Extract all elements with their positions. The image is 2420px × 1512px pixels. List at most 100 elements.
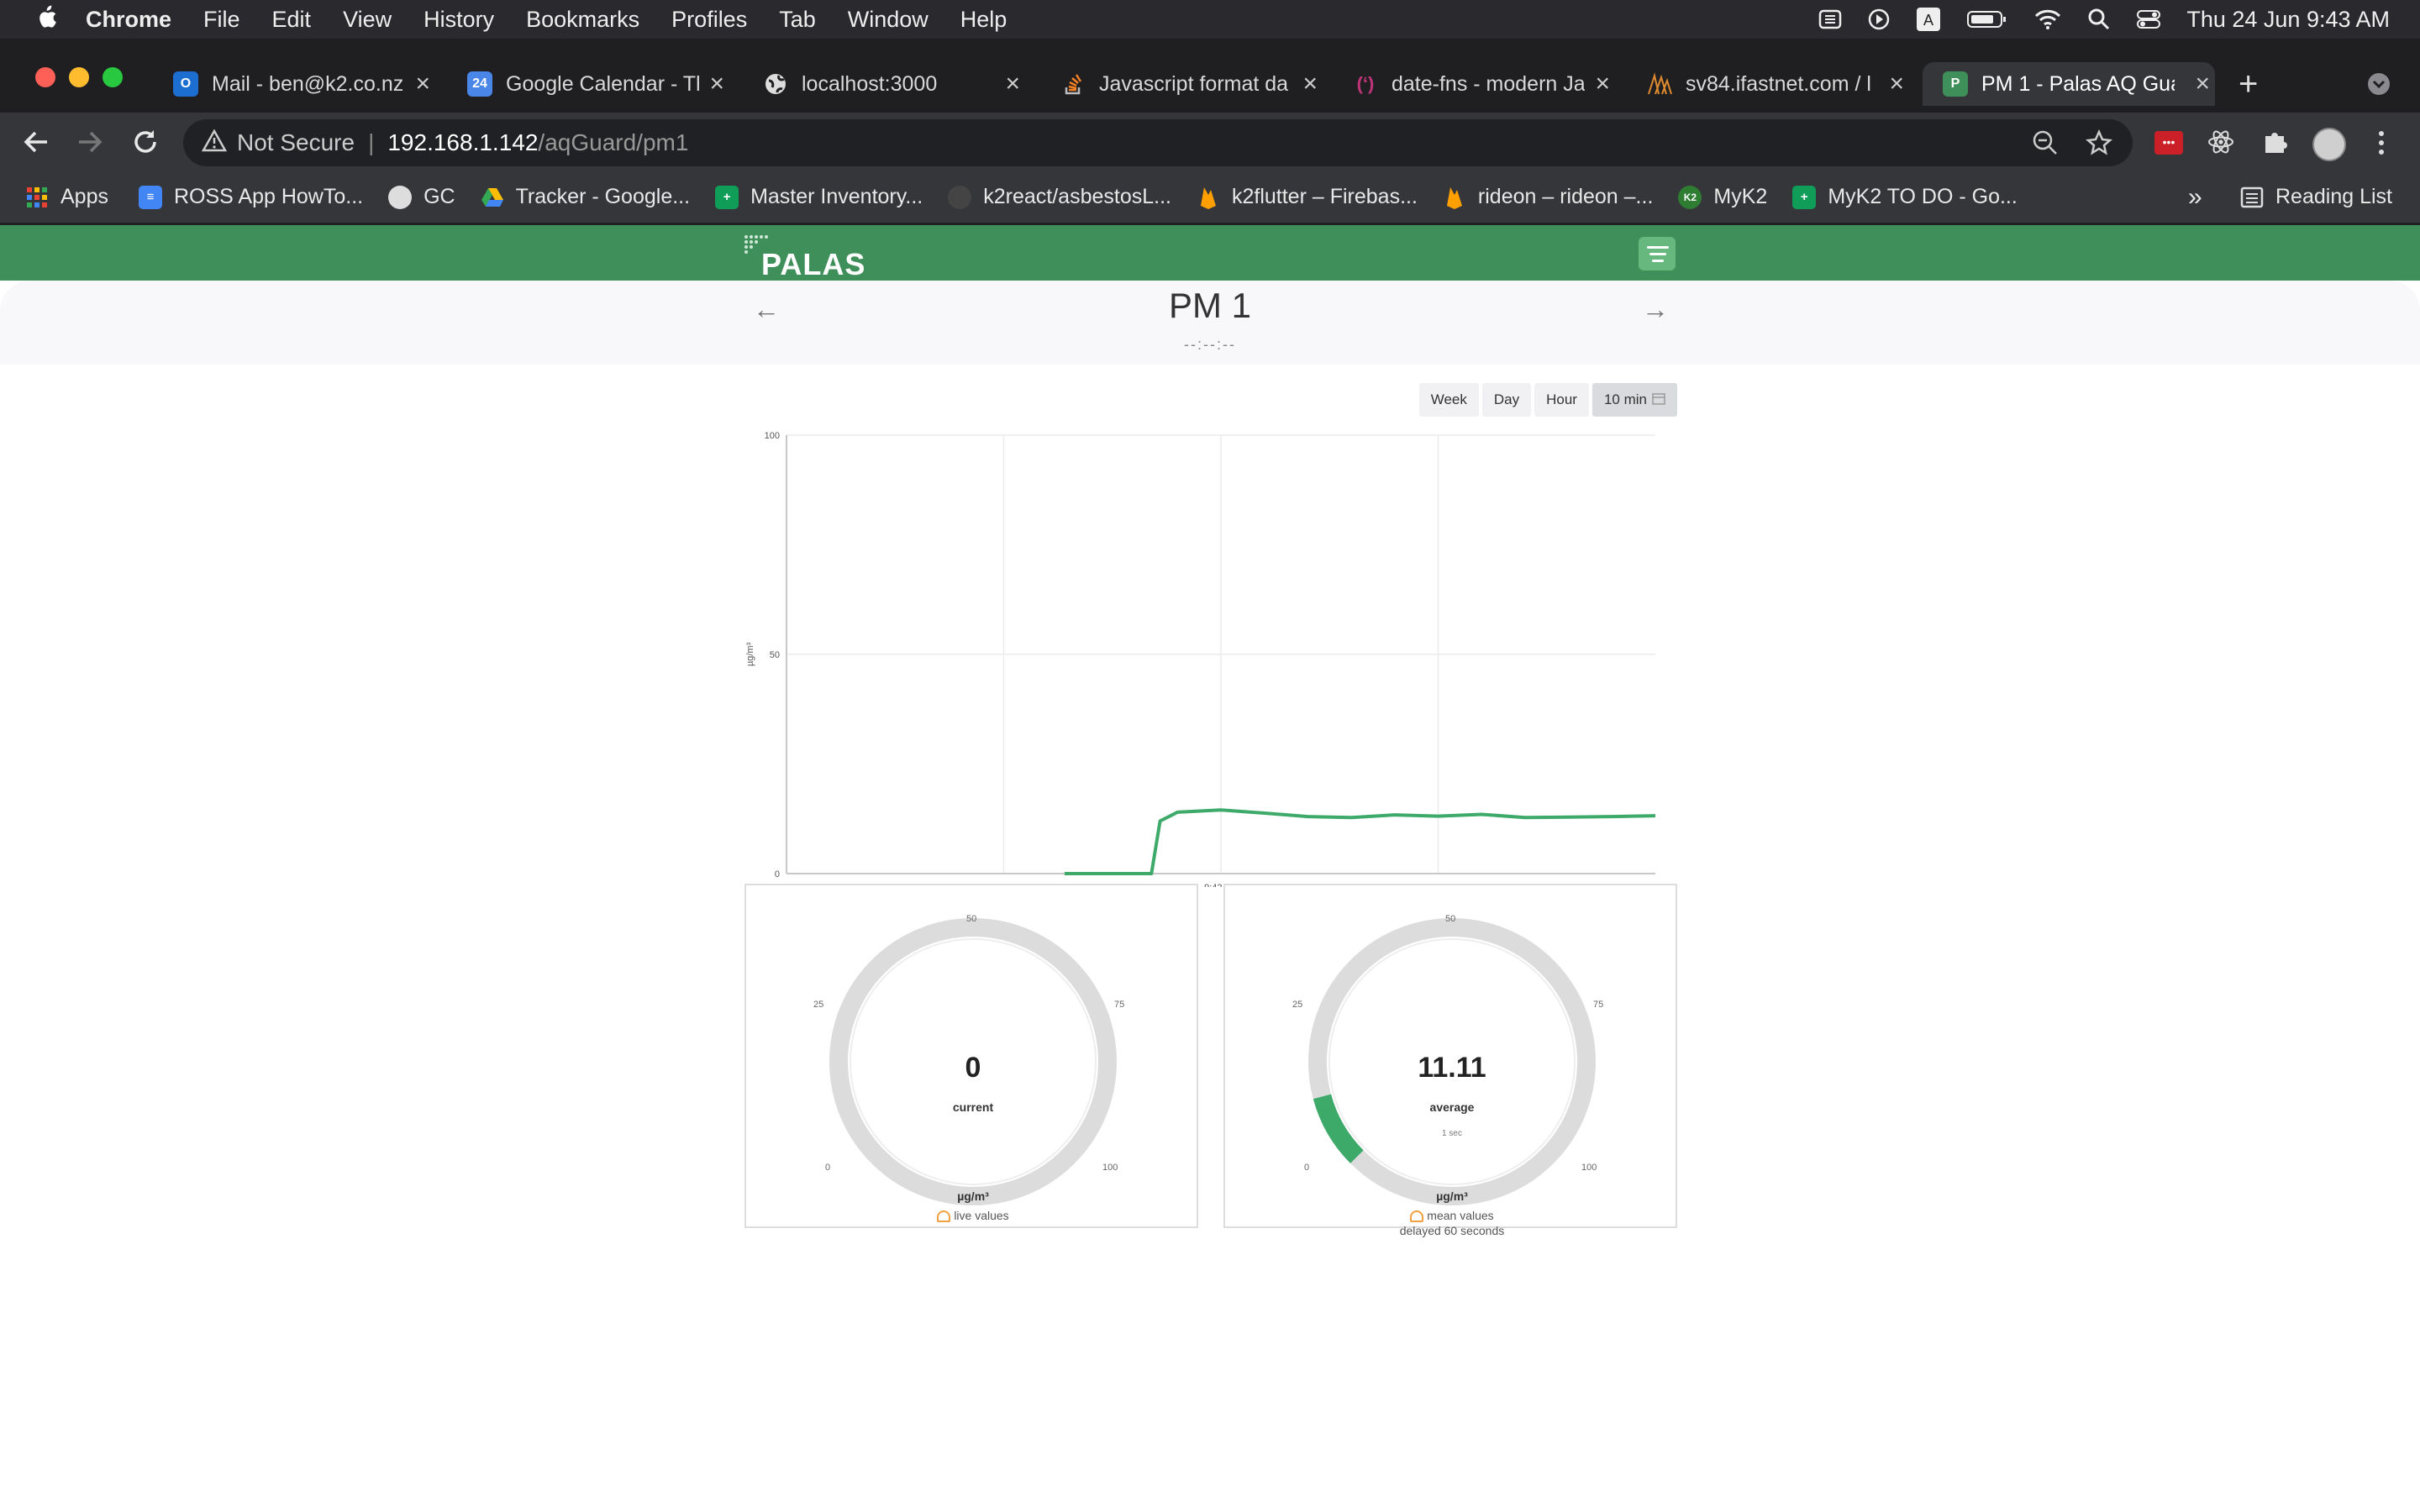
spotlight-search-icon[interactable]	[2087, 8, 2111, 31]
range-label: 10 min	[1603, 391, 1647, 407]
menu-history[interactable]: History	[424, 7, 494, 33]
bookmark-label: k2flutter – Firebas...	[1231, 185, 1418, 208]
gauge-tick: 25	[813, 1000, 824, 1010]
menu-help[interactable]: Help	[960, 7, 1007, 33]
new-tab-button[interactable]: +	[2238, 62, 2272, 106]
tab-search-button[interactable]	[2366, 62, 2396, 106]
tab-title: date-fns - modern Ja	[1392, 71, 1585, 96]
react-devtools-icon[interactable]	[2207, 128, 2235, 160]
menu-edit[interactable]: Edit	[272, 7, 312, 33]
close-window-button[interactable]	[35, 67, 55, 87]
gauge-unit: µg/m³	[957, 1189, 989, 1203]
close-tab-icon[interactable]: ×	[709, 70, 724, 98]
url-path[interactable]: /aqGuard/pm1	[538, 129, 688, 156]
bookmark-label: k2react/asbestosL...	[983, 185, 1171, 208]
menu-window[interactable]: Window	[848, 7, 929, 33]
zoom-window-button[interactable]	[103, 67, 123, 87]
bookmark-master-inventory[interactable]: + Master Inventory...	[715, 185, 923, 209]
apple-icon[interactable]	[35, 4, 59, 35]
warning-icon[interactable]	[201, 128, 228, 158]
bookmark-label: Apps	[60, 185, 108, 208]
gauge-tick: 50	[966, 914, 977, 924]
range-10min-button[interactable]: 10 min	[1591, 383, 1677, 417]
clock[interactable]: Thu 24 Jun 9:43 AM	[2186, 7, 2390, 33]
app-header-bar: PALAS	[0, 225, 2420, 281]
bookmark-apps[interactable]: Apps	[25, 185, 108, 209]
minimize-window-button[interactable]	[69, 67, 89, 87]
gauge-tick: 75	[1593, 1000, 1604, 1010]
url-host[interactable]: 192.168.1.142	[387, 129, 538, 156]
firebase-icon	[1197, 186, 1220, 209]
bookmark-rideon[interactable]: rideon – rideon –...	[1443, 185, 1653, 209]
close-tab-icon[interactable]: ×	[1889, 70, 1904, 98]
battery-icon[interactable]	[1966, 8, 2008, 30]
series-line	[1064, 808, 1656, 875]
tab-stackoverflow[interactable]: Javascript format da ×	[1060, 62, 1323, 106]
close-tab-icon[interactable]: ×	[415, 70, 430, 98]
globe-icon	[763, 71, 788, 97]
globe-icon	[388, 185, 413, 209]
macos-menubar: Chrome File Edit View History Bookmarks …	[0, 0, 2420, 39]
menu-bookmarks[interactable]: Bookmarks	[526, 7, 639, 33]
range-week-button[interactable]: Week	[1418, 383, 1479, 417]
control-center-icon[interactable]	[2136, 8, 2161, 31]
menu-profiles[interactable]: Profiles	[671, 7, 747, 33]
tab-ifastnet[interactable]: sv84.ifastnet.com / l ×	[1647, 62, 1909, 106]
bookmark-label: Tracker - Google...	[515, 185, 691, 208]
menu-toggle-button[interactable]	[1639, 237, 1676, 270]
reading-list-label: Reading List	[2275, 185, 2392, 208]
bookmark-star-icon[interactable]	[2086, 129, 2112, 162]
apps-grid-icon	[25, 186, 49, 209]
lastpass-extension-icon[interactable]: •••	[2154, 131, 2183, 155]
y-axis-label: µg/m³	[745, 642, 755, 666]
range-day-button[interactable]: Day	[1481, 383, 1532, 417]
bookmark-myk2-todo[interactable]: + MyK2 TO DO - Go...	[1792, 185, 2018, 209]
chrome-menu-icon[interactable]	[2375, 128, 2388, 162]
tab-title: Javascript format da	[1099, 71, 1289, 96]
tab-localhost[interactable]: localhost:3000 ×	[763, 62, 1025, 106]
back-icon[interactable]	[22, 128, 50, 160]
close-tab-icon[interactable]: ×	[2195, 70, 2210, 98]
range-hour-button[interactable]: Hour	[1534, 383, 1589, 417]
bookmark-k2flutter[interactable]: k2flutter – Firebas...	[1197, 185, 1418, 209]
myk2-icon: K2	[1678, 185, 1702, 209]
bookmark-label: MyK2 TO DO - Go...	[1828, 185, 2018, 208]
info-icon	[937, 1210, 951, 1223]
menu-file[interactable]: File	[203, 7, 240, 33]
keyboard-icon[interactable]	[1818, 8, 1842, 31]
bookmark-ross-app[interactable]: ≡ ROSS App HowTo...	[138, 185, 363, 209]
wifi-icon[interactable]	[2033, 8, 2062, 31]
menu-bar-icon	[1652, 260, 1664, 262]
bookmark-gc[interactable]: GC	[388, 185, 455, 209]
input-source-icon[interactable]: A	[1916, 7, 1941, 32]
close-tab-icon[interactable]: ×	[1302, 70, 1318, 98]
bookmarks-overflow-button[interactable]: »	[2188, 183, 2202, 212]
menu-app-name[interactable]: Chrome	[86, 7, 171, 33]
close-tab-icon[interactable]: ×	[1595, 70, 1610, 98]
play-icon[interactable]	[1867, 8, 1891, 31]
tab-google-calendar[interactable]: 24 Google Calendar - Thu ×	[467, 62, 729, 106]
gauge-tick: 100	[1102, 1163, 1118, 1173]
bookmark-k2react[interactable]: k2react/asbestosL...	[948, 185, 1171, 209]
menu-view[interactable]: View	[343, 7, 392, 33]
palas-logo[interactable]: PALAS	[743, 234, 865, 281]
profile-avatar[interactable]	[2312, 128, 2346, 161]
menu-tab[interactable]: Tab	[779, 7, 816, 33]
tab-date-fns[interactable]: (ʻ) date-fns - modern Ja ×	[1353, 62, 1615, 106]
reading-list-button[interactable]: Reading List	[2240, 185, 2392, 209]
address-bar[interactable]: Not Secure | 192.168.1.142 /aqGuard/pm1	[183, 119, 2133, 166]
stackoverflow-icon	[1060, 71, 1086, 97]
bookmark-tracker[interactable]: Tracker - Google...	[481, 185, 690, 209]
tab-mail[interactable]: O Mail - ben@k2.co.nz ×	[173, 62, 435, 106]
gauge-value: 0	[965, 1052, 981, 1084]
reload-icon[interactable]	[131, 128, 160, 160]
gauge-tick: 50	[1445, 914, 1456, 924]
tab-palas-pm1[interactable]: P PM 1 - Palas AQ Gua ×	[1923, 62, 2215, 106]
close-tab-icon[interactable]: ×	[1005, 70, 1020, 98]
forward-icon[interactable]	[76, 128, 104, 160]
bookmark-myk2[interactable]: K2 MyK2	[1678, 185, 1767, 209]
zoom-icon[interactable]	[2032, 129, 2059, 162]
extensions-puzzle-icon[interactable]	[2260, 128, 2289, 160]
security-label[interactable]: Not Secure	[237, 129, 355, 156]
logo-text: PALAS	[761, 247, 866, 281]
